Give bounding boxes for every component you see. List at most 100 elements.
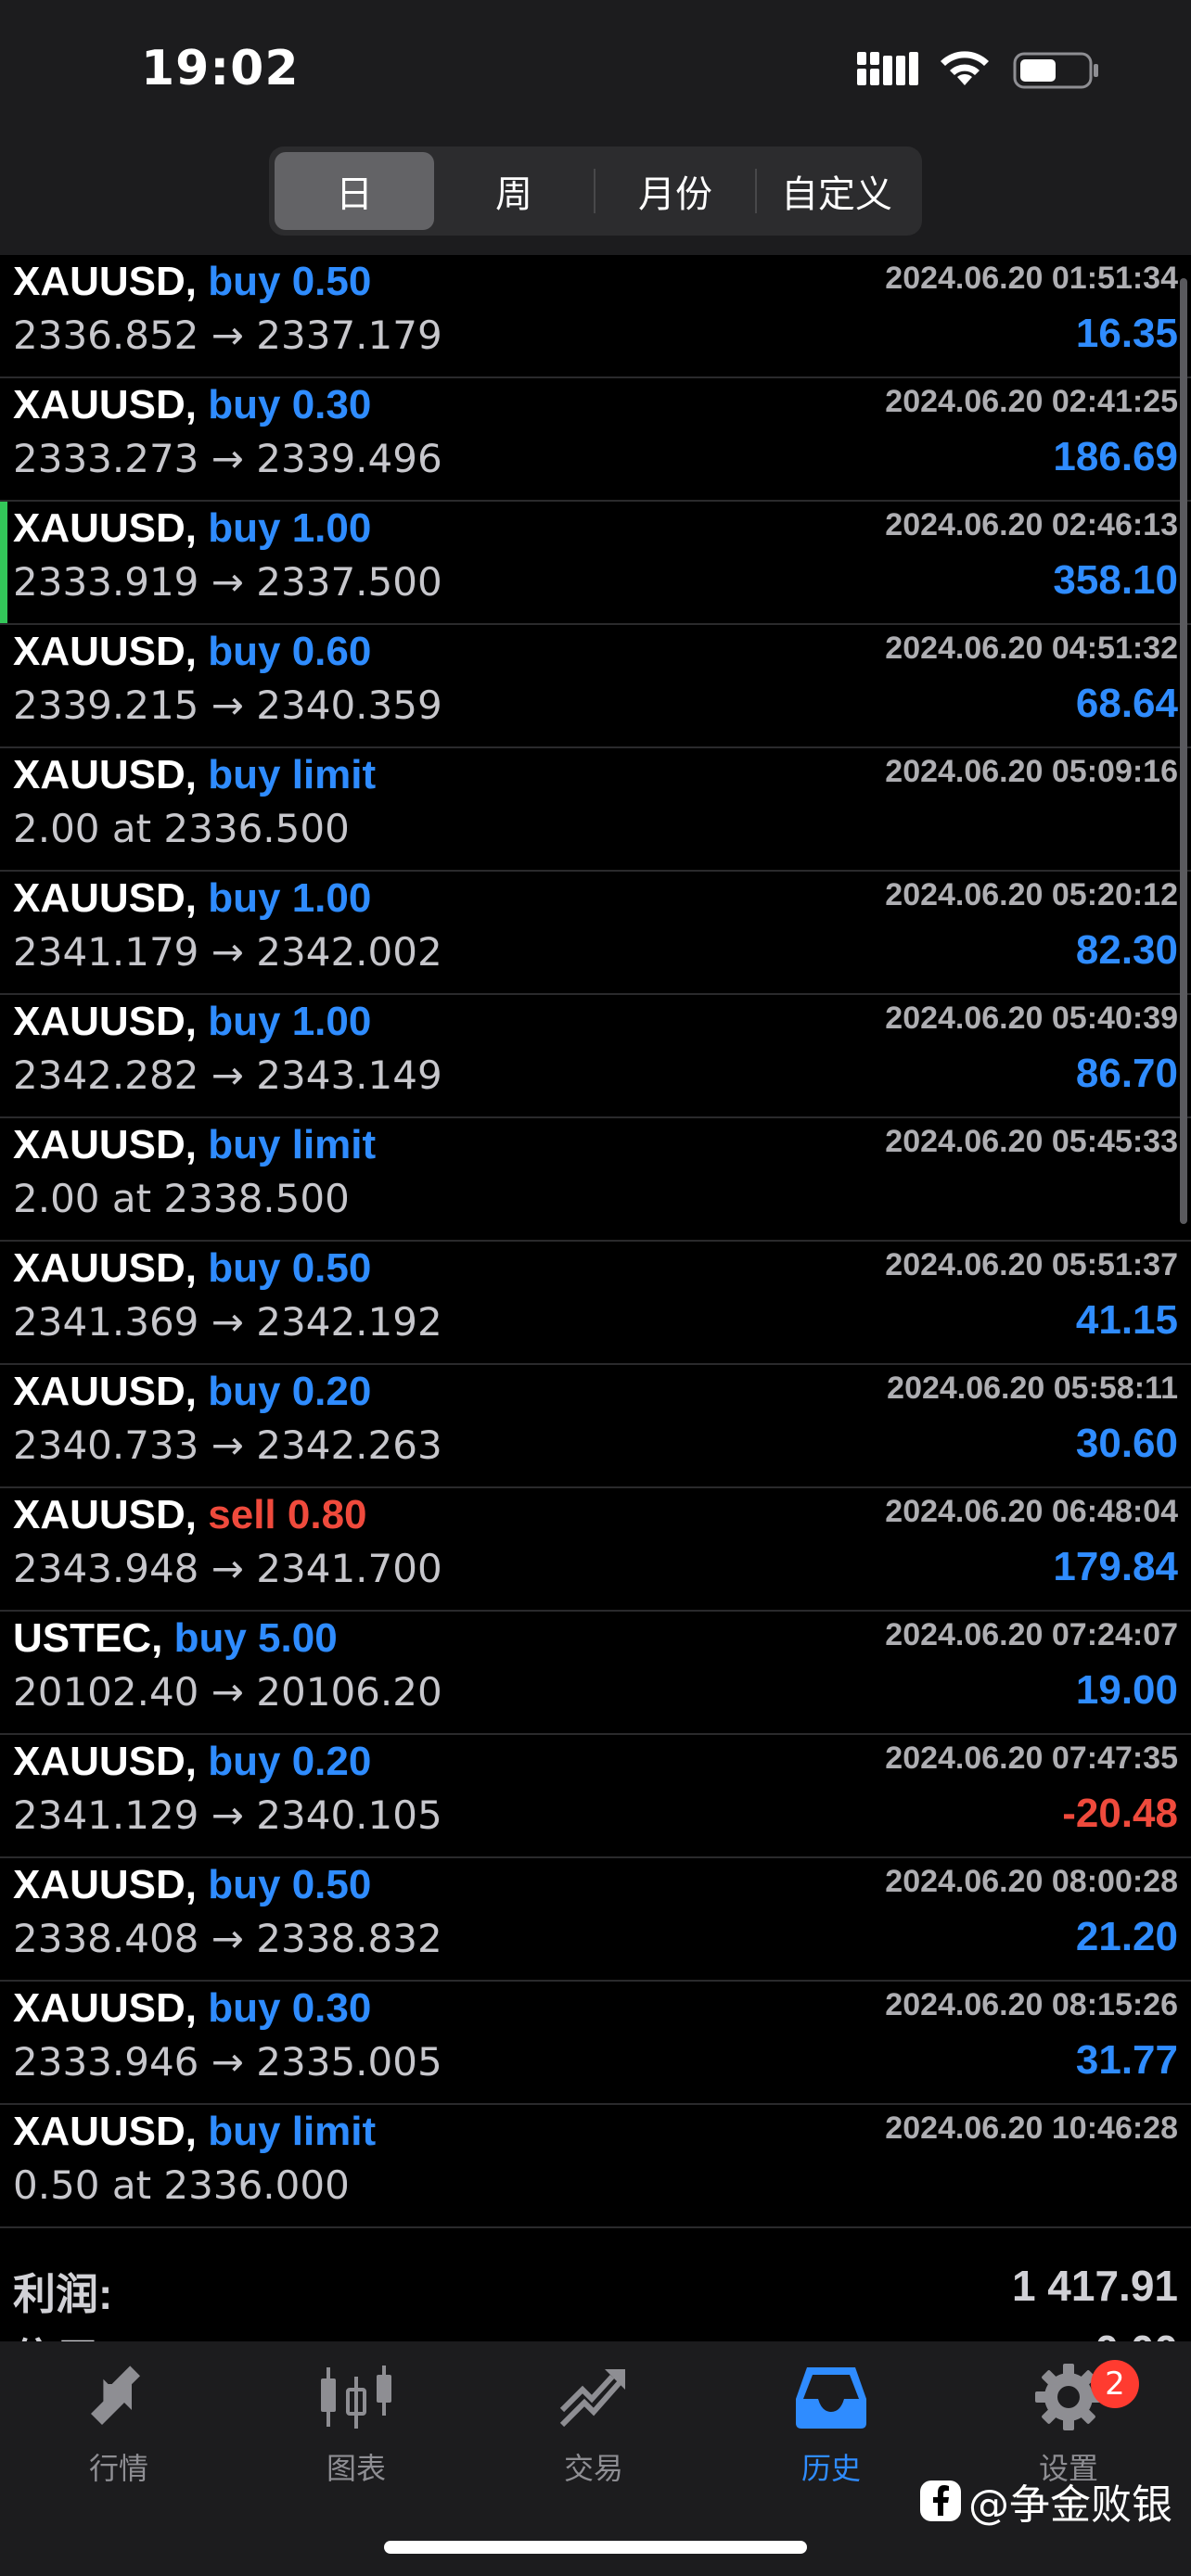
trade-profit: 68.64 xyxy=(1075,681,1178,726)
tab-history[interactable]: 历史 xyxy=(712,2360,950,2499)
tab-chart[interactable]: 图表 xyxy=(237,2360,475,2499)
tab-custom[interactable]: 自定义 xyxy=(757,152,916,230)
trade-time: 2024.06.20 08:15:26 xyxy=(885,1987,1178,2022)
tab-label: 交易 xyxy=(563,2451,623,2486)
period-selector: 日 周 月份 自定义 xyxy=(269,147,922,236)
order-row[interactable]: XAUUSD, buy limit 2.00 at 2338.500 2024.… xyxy=(0,1118,1191,1242)
trade-prices: 2338.408 → 2338.832 xyxy=(13,1916,442,1961)
summary-value: 1 417.91 xyxy=(1011,2262,1178,2310)
trade-profit: 21.20 xyxy=(1075,1914,1178,1959)
trade-row[interactable]: USTEC, buy 5.00 20102.40 → 20106.20 2024… xyxy=(0,1612,1191,1735)
watermark-text: @争金败银 xyxy=(968,2481,1172,2529)
trade-row[interactable]: XAUUSD, buy 1.00 2342.282 → 2343.149 202… xyxy=(0,995,1191,1118)
trade-symbol: XAUUSD, xyxy=(13,1862,198,1907)
mt5-history-screen: 19:02 日 周 月份 自定义 XAUUSD, buy 0.50 2336.8… xyxy=(0,0,1191,2576)
trade-profit: 41.15 xyxy=(1075,1297,1178,1343)
trade-side: buy 0.50 xyxy=(208,259,372,304)
trade-time: 2024.06.20 05:40:39 xyxy=(885,1001,1178,1036)
trade-row[interactable]: XAUUSD, buy 0.60 2339.215 → 2340.359 202… xyxy=(0,625,1191,748)
trade-symbol: XAUUSD, xyxy=(13,1369,198,1414)
trade-symbol: USTEC, xyxy=(13,1615,163,1661)
trade-row[interactable]: XAUUSD, buy 0.50 2336.852 → 2337.179 202… xyxy=(0,255,1191,378)
trade-time: 2024.06.20 06:48:04 xyxy=(885,1494,1178,1529)
trade-symbol: XAUUSD, xyxy=(13,505,198,551)
trade-history-list: XAUUSD, buy 0.50 2336.852 → 2337.179 202… xyxy=(0,255,1191,2228)
summary-value: 0.00 xyxy=(1095,2326,1178,2341)
facebook-logo-icon xyxy=(920,2480,961,2521)
trade-side: sell 0.80 xyxy=(208,1492,367,1537)
trade-time: 2024.06.20 01:51:34 xyxy=(885,261,1178,296)
trade-time: 2024.06.20 05:51:37 xyxy=(885,1247,1178,1282)
summary-credit-row: 信用: 0.00 xyxy=(0,2309,1191,2341)
trade-symbol: XAUUSD, xyxy=(13,1739,198,1784)
trade-row[interactable]: XAUUSD, sell 0.80 2343.948 → 2341.700 20… xyxy=(0,1488,1191,1612)
trade-time: 2024.06.20 07:24:07 xyxy=(885,1617,1178,1652)
trade-row[interactable]: XAUUSD, buy 0.30 2333.946 → 2335.005 202… xyxy=(0,1982,1191,2105)
trade-time: 2024.06.20 05:45:33 xyxy=(885,1124,1178,1159)
tab-week[interactable]: 周 xyxy=(434,152,594,230)
trade-prices: 2333.273 → 2339.496 xyxy=(13,436,442,481)
trade-side: buy limit xyxy=(208,1122,377,1167)
trade-symbol: XAUUSD, xyxy=(13,1122,198,1167)
trade-profit: 86.70 xyxy=(1075,1051,1178,1096)
tab-month[interactable]: 月份 xyxy=(596,152,755,230)
trade-time: 2024.06.20 08:00:28 xyxy=(885,1864,1178,1899)
tab-label: 行情 xyxy=(88,2451,148,2486)
order-row[interactable]: XAUUSD, buy limit 0.50 at 2336.000 2024.… xyxy=(0,2105,1191,2228)
trade-profit: 186.69 xyxy=(1053,434,1178,479)
order-details: 2.00 at 2338.500 xyxy=(13,1176,350,1221)
trade-side: buy 5.00 xyxy=(173,1615,338,1661)
notification-badge: 2 xyxy=(1091,2360,1139,2408)
trade-prices: 2339.215 → 2340.359 xyxy=(13,682,442,728)
trade-prices: 2336.852 → 2337.179 xyxy=(13,312,442,358)
tab-trade[interactable]: 交易 xyxy=(475,2360,712,2499)
summary-profit-row: 利润: 1 417.91 xyxy=(0,2244,1191,2318)
summary-label: 信用: xyxy=(13,2326,112,2341)
tab-day[interactable]: 日 xyxy=(275,152,434,230)
trade-time: 2024.06.20 02:41:25 xyxy=(885,384,1178,419)
tab-label: 图表 xyxy=(326,2451,386,2486)
trade-side: buy 1.00 xyxy=(208,875,372,921)
trade-side: buy 0.50 xyxy=(208,1862,372,1907)
history-icon xyxy=(789,2360,873,2434)
trade-profit: 16.35 xyxy=(1075,311,1178,356)
scrollbar[interactable] xyxy=(1180,278,1187,1224)
trade-row[interactable]: XAUUSD, buy 0.20 2341.129 → 2340.105 202… xyxy=(0,1735,1191,1858)
trade-row[interactable]: XAUUSD, buy 1.00 2341.179 → 2342.002 202… xyxy=(0,872,1191,995)
trade-profit: -20.48 xyxy=(1062,1791,1178,1836)
trade-side: buy limit xyxy=(208,2109,377,2154)
trade-time: 2024.06.20 02:46:13 xyxy=(885,507,1178,542)
trade-time: 2024.06.20 04:51:32 xyxy=(885,631,1178,666)
trade-profit: 31.77 xyxy=(1075,2037,1178,2083)
status-time: 19:02 xyxy=(141,41,300,96)
trade-row[interactable]: XAUUSD, buy 0.50 2338.408 → 2338.832 202… xyxy=(0,1858,1191,1982)
tab-quotes[interactable]: 行情 xyxy=(0,2360,237,2499)
cellular-signal-icon xyxy=(857,52,918,85)
trade-symbol: XAUUSD, xyxy=(13,1492,198,1537)
header: 19:02 日 周 月份 自定义 xyxy=(0,0,1191,255)
trade-row[interactable]: XAUUSD, buy 0.50 2341.369 → 2342.192 202… xyxy=(0,1242,1191,1365)
trade-time: 2024.06.20 10:46:28 xyxy=(885,2111,1178,2146)
trade-prices: 2341.369 → 2342.192 xyxy=(13,1299,442,1345)
trade-prices: 2340.733 → 2342.263 xyxy=(13,1422,442,1468)
trade-row[interactable]: XAUUSD, buy 1.00 2333.919 → 2337.500 202… xyxy=(0,502,1191,625)
trade-symbol: XAUUSD, xyxy=(13,752,198,797)
trade-profit: 19.00 xyxy=(1075,1667,1178,1713)
order-row[interactable]: XAUUSD, buy limit 2.00 at 2336.500 2024.… xyxy=(0,748,1191,872)
trade-row[interactable]: XAUUSD, buy 0.30 2333.273 → 2339.496 202… xyxy=(0,378,1191,502)
trade-side: buy 0.60 xyxy=(208,629,372,674)
trade-time: 2024.06.20 07:47:35 xyxy=(885,1741,1178,1776)
trade-side: buy 0.30 xyxy=(208,1985,372,2031)
home-indicator[interactable] xyxy=(384,2541,807,2554)
trade-symbol: XAUUSD, xyxy=(13,259,198,304)
trade-symbol: XAUUSD, xyxy=(13,999,198,1044)
watermark: @争金败银 xyxy=(920,2471,1172,2531)
trade-prices: 2341.129 → 2340.105 xyxy=(13,1792,442,1838)
trade-time: 2024.06.20 05:09:16 xyxy=(885,754,1178,789)
status-bar: 19:02 xyxy=(0,0,1191,139)
trade-prices: 2343.948 → 2341.700 xyxy=(13,1546,442,1591)
trade-row[interactable]: XAUUSD, buy 0.20 2340.733 → 2342.263 202… xyxy=(0,1365,1191,1488)
trade-profit: 82.30 xyxy=(1075,927,1178,973)
trade-time: 2024.06.20 05:58:11 xyxy=(887,1371,1178,1406)
trade-symbol: XAUUSD, xyxy=(13,629,198,674)
